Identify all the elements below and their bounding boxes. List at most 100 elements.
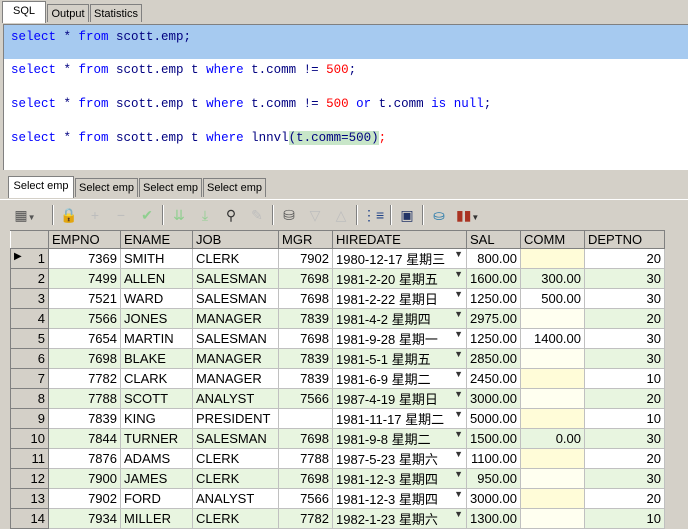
cell-comm[interactable] xyxy=(520,388,585,409)
cell-hiredate[interactable]: 1981-6-9 星期二 ▼ xyxy=(332,368,467,389)
cell-empno[interactable]: 7654 xyxy=(48,328,121,349)
result-tab-4[interactable]: Select emp xyxy=(203,178,266,197)
grid-view-icon[interactable]: ▦▼ xyxy=(14,204,36,226)
table-row[interactable]: 6 7698 BLAKE MANAGER 7839 1981-5-1 星期五 ▼ 2850.0… xyxy=(10,348,665,369)
post-icon[interactable]: ✔ xyxy=(136,204,158,226)
result-tab-1[interactable]: Select emp xyxy=(8,176,74,198)
cell-empno[interactable]: 7788 xyxy=(48,388,121,409)
cell-comm[interactable]: 0.00 xyxy=(520,428,585,449)
cell-comm[interactable]: 300.00 xyxy=(520,268,585,289)
tree-icon[interactable]: ⋮≡ xyxy=(362,204,384,226)
cell-mgr[interactable]: 7698 xyxy=(278,328,333,349)
cell-ename[interactable]: CLARK xyxy=(120,368,193,389)
cell-ename[interactable]: KING xyxy=(120,408,193,429)
cell-comm[interactable] xyxy=(520,508,585,529)
cell-deptno[interactable]: 30 xyxy=(584,268,665,289)
cell-sal[interactable]: 1600.00 xyxy=(466,268,521,289)
cell-sal[interactable]: 3000.00 xyxy=(466,388,521,409)
table-row[interactable]: 3 7521 WARD SALESMAN 7698 1981-2-22 星期日 ▼ 1250.… xyxy=(10,288,665,309)
dropdown-arrow-icon[interactable]: ▼ xyxy=(454,250,463,260)
cell-comm[interactable]: 1400.00 xyxy=(520,328,585,349)
cell-deptno[interactable]: 20 xyxy=(584,248,665,269)
tab-output[interactable]: Output xyxy=(47,4,89,22)
dropdown-arrow-icon[interactable]: ▼ xyxy=(454,370,463,380)
cell-sal[interactable]: 2850.00 xyxy=(466,348,521,369)
dropdown-arrow-icon[interactable]: ▼ xyxy=(454,450,463,460)
cell-deptno[interactable]: 30 xyxy=(584,328,665,349)
table-row[interactable]: 13 7902 FORD ANALYST 7566 1981-12-3 星期四 ▼ 3000.… xyxy=(10,488,665,509)
cell-hiredate[interactable]: 1981-2-22 星期日 ▼ xyxy=(332,288,467,309)
cell-hiredate[interactable]: 1981-4-2 星期四 ▼ xyxy=(332,308,467,329)
cell-deptno[interactable]: 30 xyxy=(584,348,665,369)
tab-sql[interactable]: SQL xyxy=(2,1,46,23)
cell-comm[interactable] xyxy=(520,308,585,329)
cell-job[interactable]: CLERK xyxy=(192,508,279,529)
cell-comm[interactable] xyxy=(520,408,585,429)
cell-hiredate[interactable]: 1987-5-23 星期六 ▼ xyxy=(332,448,467,469)
cell-empno[interactable]: 7902 xyxy=(48,488,121,509)
export-icon[interactable]: ⛀ xyxy=(428,204,450,226)
cell-comm[interactable] xyxy=(520,448,585,469)
table-row[interactable]: 12 7900 JAMES CLERK 7698 1981-12-3 星期四 ▼ 950.00… xyxy=(10,468,665,489)
cell-empno[interactable]: 7499 xyxy=(48,268,121,289)
cell-sal[interactable]: 950.00 xyxy=(466,468,521,489)
cell-job[interactable]: MANAGER xyxy=(192,348,279,369)
table-row[interactable]: 11 7876 ADAMS CLERK 7788 1987-5-23 星期六 ▼ 1100.0… xyxy=(10,448,665,469)
column-header-comm[interactable]: COMM xyxy=(520,230,585,249)
cell-ename[interactable]: MILLER xyxy=(120,508,193,529)
cell-hiredate[interactable]: 1987-4-19 星期日 ▼ xyxy=(332,388,467,409)
find-icon[interactable]: ⚲ xyxy=(220,204,242,226)
cell-sal[interactable]: 5000.00 xyxy=(466,408,521,429)
cell-empno[interactable]: 7934 xyxy=(48,508,121,529)
sql-line-1[interactable]: select * from scott.emp; xyxy=(4,25,688,59)
cell-comm[interactable] xyxy=(520,248,585,269)
result-tab-3[interactable]: Select emp xyxy=(139,178,202,197)
cell-empno[interactable]: 7566 xyxy=(48,308,121,329)
table-row[interactable]: 8 7788 SCOTT ANALYST 7566 1987-4-19 星期日 ▼ 3000.… xyxy=(10,388,665,409)
cell-job[interactable]: CLERK xyxy=(192,248,279,269)
cell-deptno[interactable]: 20 xyxy=(584,388,665,409)
sql-line-4[interactable]: select * from scott.emp t where lnnvl(t.… xyxy=(4,128,688,148)
cell-ename[interactable]: ADAMS xyxy=(120,448,193,469)
dropdown-arrow-icon[interactable]: ▼ xyxy=(454,350,463,360)
cell-hiredate[interactable]: 1981-2-20 星期五 ▼ xyxy=(332,268,467,289)
cell-job[interactable]: PRESIDENT xyxy=(192,408,279,429)
fetch-last-icon[interactable]: ⤓ xyxy=(194,204,216,226)
cell-ename[interactable]: ALLEN xyxy=(120,268,193,289)
cell-hiredate[interactable]: 1981-11-17 星期二 ▼ xyxy=(332,408,467,429)
cell-mgr[interactable]: 7839 xyxy=(278,368,333,389)
dropdown-arrow-icon[interactable]: ▼ xyxy=(454,470,463,480)
cell-comm[interactable]: 500.00 xyxy=(520,288,585,309)
cell-job[interactable]: SALESMAN xyxy=(192,268,279,289)
cell-ename[interactable]: FORD xyxy=(120,488,193,509)
cell-job[interactable]: MANAGER xyxy=(192,308,279,329)
cell-deptno[interactable]: 10 xyxy=(584,408,665,429)
cell-hiredate[interactable]: 1981-5-1 星期五 ▼ xyxy=(332,348,467,369)
sql-line-3[interactable]: select * from scott.emp t where t.comm !… xyxy=(4,94,688,114)
cell-mgr[interactable]: 7698 xyxy=(278,468,333,489)
cell-mgr[interactable]: 7698 xyxy=(278,268,333,289)
dropdown-arrow-icon[interactable]: ▼ xyxy=(454,270,463,280)
chart-icon[interactable]: ▮▮▼ xyxy=(456,204,479,226)
cell-comm[interactable] xyxy=(520,368,585,389)
cell-job[interactable]: ANALYST xyxy=(192,488,279,509)
dropdown-arrow-icon[interactable]: ▼ xyxy=(454,310,463,320)
cell-ename[interactable]: SMITH xyxy=(120,248,193,269)
cell-deptno[interactable]: 30 xyxy=(584,428,665,449)
cell-job[interactable]: SALESMAN xyxy=(192,288,279,309)
sql-editor[interactable]: select * from scott.emp; select * from s… xyxy=(3,24,688,170)
cell-mgr[interactable]: 7566 xyxy=(278,388,333,409)
table-row[interactable]: 4 7566 JONES MANAGER 7839 1981-4-2 星期四 ▼ 2975.0… xyxy=(10,308,665,329)
cell-mgr[interactable]: 7788 xyxy=(278,448,333,469)
column-header-sal[interactable]: SAL xyxy=(466,230,521,249)
cell-job[interactable]: MANAGER xyxy=(192,368,279,389)
save-icon[interactable]: ▣ xyxy=(396,204,418,226)
filter-down-icon[interactable]: ▽ xyxy=(304,204,326,226)
table-row[interactable]: ▶ 1 7369 SMITH CLERK 7902 1980-12-17 星期三 ▼ 800.0… xyxy=(10,248,665,269)
column-header-hiredate[interactable]: HIREDATE xyxy=(332,230,467,249)
dropdown-arrow-icon[interactable]: ▼ xyxy=(454,290,463,300)
cell-deptno[interactable]: 30 xyxy=(584,468,665,489)
delete-record-icon[interactable]: − xyxy=(110,204,132,226)
cell-ename[interactable]: MARTIN xyxy=(120,328,193,349)
cell-job[interactable]: SALESMAN xyxy=(192,428,279,449)
